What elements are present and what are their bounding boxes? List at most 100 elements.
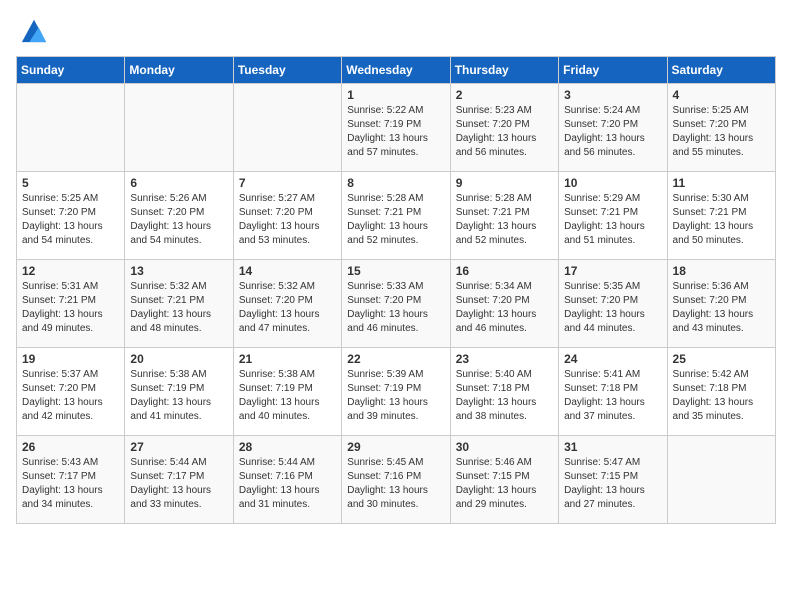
day-header-friday: Friday [559,57,667,84]
day-number: 9 [456,176,553,190]
day-info: Sunrise: 5:36 AM Sunset: 7:20 PM Dayligh… [673,280,770,336]
day-number: 7 [239,176,336,190]
day-number: 19 [22,352,119,366]
day-number: 1 [347,88,444,102]
day-info: Sunrise: 5:38 AM Sunset: 7:19 PM Dayligh… [130,368,227,424]
calendar-cell: 12 Sunrise: 5:31 AM Sunset: 7:21 PM Dayli… [17,260,125,348]
calendar-cell: 21 Sunrise: 5:38 AM Sunset: 7:19 PM Dayli… [233,348,341,436]
day-number: 23 [456,352,553,366]
day-number: 28 [239,440,336,454]
calendar-cell: 3Sunrise: 5:24 AM Sunset: 7:20 PM Daylig… [559,84,667,172]
day-number: 18 [673,264,770,278]
day-number: 13 [130,264,227,278]
calendar-cell: 17 Sunrise: 5:35 AM Sunset: 7:20 PM Dayli… [559,260,667,348]
day-info: Sunrise: 5:41 AM Sunset: 7:18 PM Dayligh… [564,368,661,424]
calendar-cell: 26 Sunrise: 5:43 AM Sunset: 7:17 PM Dayli… [17,436,125,524]
calendar-cell: 14 Sunrise: 5:32 AM Sunset: 7:20 PM Dayli… [233,260,341,348]
calendar-cell [17,84,125,172]
day-number: 14 [239,264,336,278]
day-info: Sunrise: 5:35 AM Sunset: 7:20 PM Dayligh… [564,280,661,336]
day-info: Sunrise: 5:28 AM Sunset: 7:21 PM Dayligh… [456,192,553,248]
day-info: Sunrise: 5:33 AM Sunset: 7:20 PM Dayligh… [347,280,444,336]
day-number: 17 [564,264,661,278]
calendar-cell: 4 Sunrise: 5:25 AM Sunset: 7:20 PM Daylig… [667,84,775,172]
day-number: 6 [130,176,227,190]
day-number: 4 [673,88,770,102]
logo-icon [20,16,48,44]
day-info: Sunrise: 5:22 AM Sunset: 7:19 PM Dayligh… [347,104,444,160]
day-number: 8 [347,176,444,190]
day-info: Sunrise: 5:45 AM Sunset: 7:16 PM Dayligh… [347,456,444,512]
day-number: 5 [22,176,119,190]
day-number: 16 [456,264,553,278]
calendar-cell: 15 Sunrise: 5:33 AM Sunset: 7:20 PM Dayli… [342,260,450,348]
day-number: 25 [673,352,770,366]
day-info: Sunrise: 5:43 AM Sunset: 7:17 PM Dayligh… [22,456,119,512]
day-number: 11 [673,176,770,190]
day-header-monday: Monday [125,57,233,84]
day-info: Sunrise: 5:28 AM Sunset: 7:21 PM Dayligh… [347,192,444,248]
day-header-sunday: Sunday [17,57,125,84]
calendar-cell: 25 Sunrise: 5:42 AM Sunset: 7:18 PM Dayli… [667,348,775,436]
day-header-wednesday: Wednesday [342,57,450,84]
calendar-cell: 29 Sunrise: 5:45 AM Sunset: 7:16 PM Dayli… [342,436,450,524]
calendar-cell: 19 Sunrise: 5:37 AM Sunset: 7:20 PM Dayli… [17,348,125,436]
day-info: Sunrise: 5:30 AM Sunset: 7:21 PM Dayligh… [673,192,770,248]
day-info: Sunrise: 5:25 AM Sunset: 7:20 PM Dayligh… [22,192,119,248]
day-info: Sunrise: 5:23 AM Sunset: 7:20 PM Dayligh… [456,104,553,160]
day-info: Sunrise: 5:37 AM Sunset: 7:20 PM Dayligh… [22,368,119,424]
logo [16,16,48,44]
calendar-cell: 13 Sunrise: 5:32 AM Sunset: 7:21 PM Dayli… [125,260,233,348]
day-info: Sunrise: 5:39 AM Sunset: 7:19 PM Dayligh… [347,368,444,424]
day-header-tuesday: Tuesday [233,57,341,84]
calendar-header: SundayMondayTuesdayWednesdayThursdayFrid… [17,57,776,84]
header-row: SundayMondayTuesdayWednesdayThursdayFrid… [17,57,776,84]
day-info: Sunrise: 5:44 AM Sunset: 7:17 PM Dayligh… [130,456,227,512]
day-info: Sunrise: 5:47 AM Sunset: 7:15 PM Dayligh… [564,456,661,512]
calendar-table: SundayMondayTuesdayWednesdayThursdayFrid… [16,56,776,524]
calendar-cell: 27Sunrise: 5:44 AM Sunset: 7:17 PM Dayli… [125,436,233,524]
day-info: Sunrise: 5:31 AM Sunset: 7:21 PM Dayligh… [22,280,119,336]
calendar-cell: 30 Sunrise: 5:46 AM Sunset: 7:15 PM Dayli… [450,436,558,524]
calendar-cell [125,84,233,172]
calendar-cell: 8 Sunrise: 5:28 AM Sunset: 7:21 PM Daylig… [342,172,450,260]
day-info: Sunrise: 5:32 AM Sunset: 7:20 PM Dayligh… [239,280,336,336]
day-number: 26 [22,440,119,454]
day-number: 30 [456,440,553,454]
day-number: 12 [22,264,119,278]
calendar-body: 1 Sunrise: 5:22 AM Sunset: 7:19 PM Daylig… [17,84,776,524]
day-info: Sunrise: 5:32 AM Sunset: 7:21 PM Dayligh… [130,280,227,336]
calendar-cell: 20Sunrise: 5:38 AM Sunset: 7:19 PM Dayli… [125,348,233,436]
week-row-3: 12 Sunrise: 5:31 AM Sunset: 7:21 PM Dayli… [17,260,776,348]
day-header-thursday: Thursday [450,57,558,84]
day-number: 29 [347,440,444,454]
day-info: Sunrise: 5:40 AM Sunset: 7:18 PM Dayligh… [456,368,553,424]
calendar-cell: 24 Sunrise: 5:41 AM Sunset: 7:18 PM Dayli… [559,348,667,436]
week-row-5: 26 Sunrise: 5:43 AM Sunset: 7:17 PM Dayli… [17,436,776,524]
day-info: Sunrise: 5:27 AM Sunset: 7:20 PM Dayligh… [239,192,336,248]
day-number: 24 [564,352,661,366]
week-row-2: 5 Sunrise: 5:25 AM Sunset: 7:20 PM Daylig… [17,172,776,260]
week-row-4: 19 Sunrise: 5:37 AM Sunset: 7:20 PM Dayli… [17,348,776,436]
calendar-cell: 2Sunrise: 5:23 AM Sunset: 7:20 PM Daylig… [450,84,558,172]
calendar-cell: 31 Sunrise: 5:47 AM Sunset: 7:15 PM Dayli… [559,436,667,524]
calendar-cell [667,436,775,524]
day-number: 22 [347,352,444,366]
day-number: 31 [564,440,661,454]
day-info: Sunrise: 5:25 AM Sunset: 7:20 PM Dayligh… [673,104,770,160]
calendar-cell: 9 Sunrise: 5:28 AM Sunset: 7:21 PM Daylig… [450,172,558,260]
calendar-cell: 5 Sunrise: 5:25 AM Sunset: 7:20 PM Daylig… [17,172,125,260]
day-header-saturday: Saturday [667,57,775,84]
calendar-cell: 10Sunrise: 5:29 AM Sunset: 7:21 PM Dayli… [559,172,667,260]
day-info: Sunrise: 5:46 AM Sunset: 7:15 PM Dayligh… [456,456,553,512]
week-row-1: 1 Sunrise: 5:22 AM Sunset: 7:19 PM Daylig… [17,84,776,172]
day-number: 15 [347,264,444,278]
calendar-cell: 18 Sunrise: 5:36 AM Sunset: 7:20 PM Dayli… [667,260,775,348]
day-number: 21 [239,352,336,366]
day-info: Sunrise: 5:44 AM Sunset: 7:16 PM Dayligh… [239,456,336,512]
day-info: Sunrise: 5:24 AM Sunset: 7:20 PM Dayligh… [564,104,661,160]
day-info: Sunrise: 5:38 AM Sunset: 7:19 PM Dayligh… [239,368,336,424]
calendar-cell: 6Sunrise: 5:26 AM Sunset: 7:20 PM Daylig… [125,172,233,260]
day-info: Sunrise: 5:42 AM Sunset: 7:18 PM Dayligh… [673,368,770,424]
calendar-cell: 1 Sunrise: 5:22 AM Sunset: 7:19 PM Daylig… [342,84,450,172]
